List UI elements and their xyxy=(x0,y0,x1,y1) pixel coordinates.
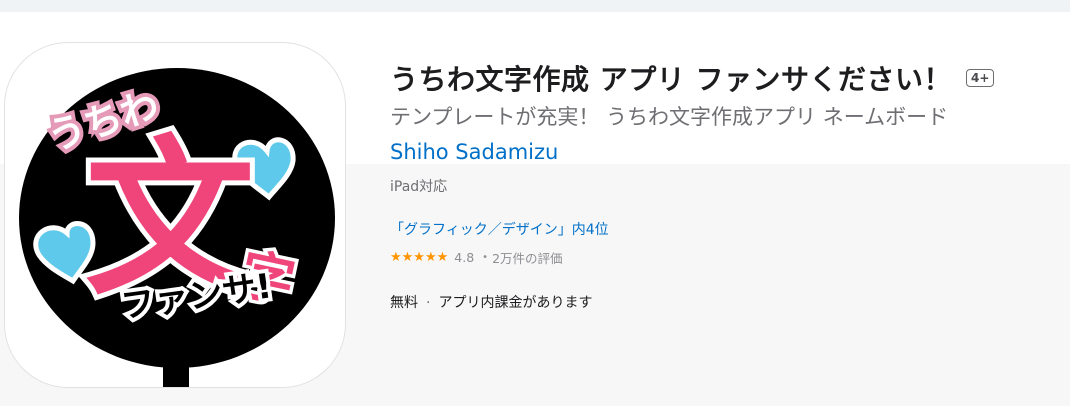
developer-link[interactable]: Shiho Sadamizu xyxy=(390,140,558,164)
age-rating-badge: 4+ xyxy=(966,69,995,87)
rating-value: 4.8 xyxy=(454,250,475,265)
app-subtitle: テンプレートが充実！ うちわ文字作成アプリ ネームボード xyxy=(390,105,949,129)
star-rating-icon: ★★★★★ xyxy=(390,250,449,265)
category-ranking-link[interactable]: 「グラフィック／デザイン」内4位 xyxy=(390,219,609,239)
price-separator: · xyxy=(426,295,431,311)
price-row: 無料 · アプリ内課金があります xyxy=(390,292,592,312)
app-title: うちわ文字作成 アプリ ファンサください！ xyxy=(390,63,952,96)
in-app-purchase-label: アプリ内課金があります xyxy=(438,295,593,311)
rating-row: ★★★★★ 4.8 • 2万件の評価 xyxy=(390,248,563,267)
rating-count: 2万件の評価 xyxy=(492,251,563,266)
device-support: iPad対応 xyxy=(390,179,448,195)
price-label: 無料 xyxy=(390,295,418,311)
title-row: うちわ文字作成 アプリ ファンサください！ 4+ xyxy=(390,58,995,98)
uchiwa-icon: 文 うちわ 字 ファンサ! xyxy=(19,68,335,387)
app-icon: 文 うちわ 字 ファンサ! xyxy=(4,42,346,388)
rating-separator: • xyxy=(482,252,489,263)
top-bar xyxy=(0,0,1070,12)
